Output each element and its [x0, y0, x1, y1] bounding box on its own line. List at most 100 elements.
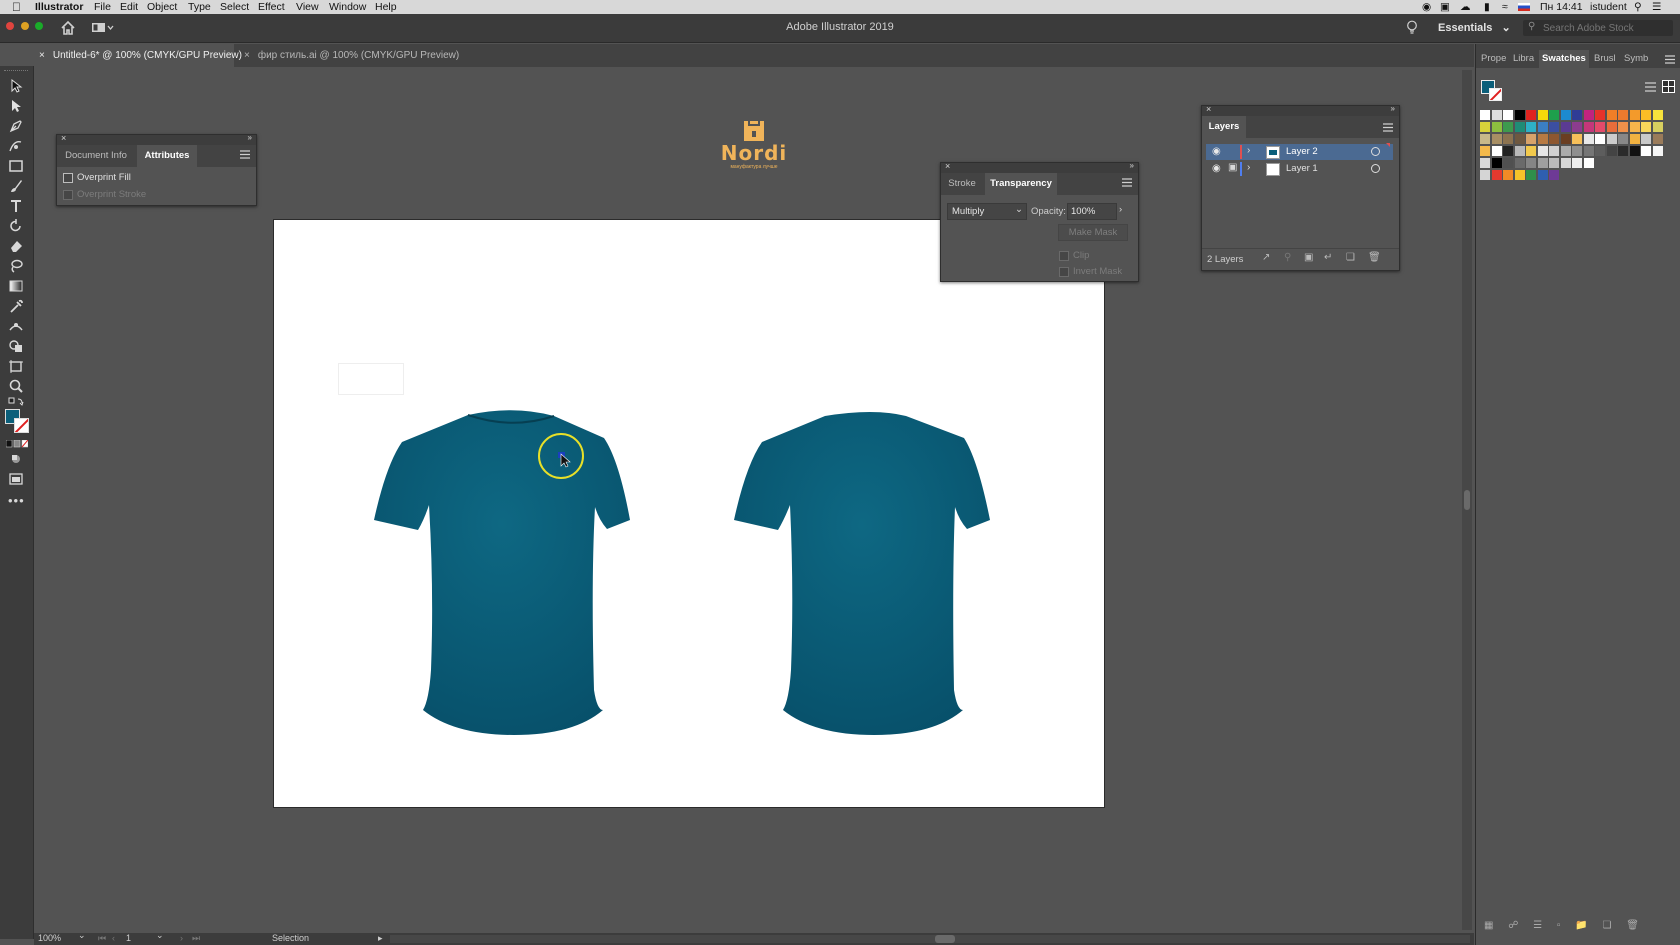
make-clipping-mask-icon[interactable]: ▣	[1304, 252, 1313, 263]
default-colors-icon[interactable]	[8, 397, 24, 407]
gradient-tool-icon[interactable]	[8, 278, 24, 294]
tab-layers[interactable]: Layers	[1202, 116, 1246, 138]
expand-arrow-icon[interactable]: ›	[1247, 162, 1250, 173]
color-swatch[interactable]	[1549, 134, 1559, 144]
panel-menu-icon[interactable]	[1665, 55, 1675, 64]
color-swatch[interactable]	[1480, 122, 1490, 132]
color-swatch[interactable]	[1549, 122, 1559, 132]
tab-properties[interactable]: Prope	[1481, 50, 1506, 68]
tshirt-front[interactable]	[374, 410, 630, 735]
color-swatch[interactable]	[1652, 122, 1663, 132]
lightbulb-icon[interactable]	[1406, 20, 1418, 35]
target-circle-icon[interactable]	[1371, 164, 1380, 173]
color-swatch[interactable]	[1503, 122, 1513, 132]
color-swatch[interactable]	[1606, 146, 1617, 156]
tab-document-info[interactable]: Document Info	[57, 145, 135, 167]
edit-toolbar-icon[interactable]: •••	[8, 493, 25, 508]
close-panel-icon[interactable]: ×	[1206, 104, 1211, 114]
color-swatch[interactable]	[1652, 110, 1663, 120]
collapse-panel-icon[interactable]: »	[248, 133, 252, 142]
color-swatch[interactable]	[1549, 110, 1559, 120]
wifi-icon[interactable]: ≈	[1502, 0, 1508, 14]
panel-header[interactable]: × »	[941, 161, 1138, 173]
color-swatch[interactable]	[1491, 146, 1502, 156]
horizontal-scrollbar[interactable]	[390, 935, 1470, 943]
color-swatch[interactable]	[1583, 122, 1594, 132]
menu-app-name[interactable]: Illustrator	[35, 0, 83, 14]
color-swatch[interactable]	[1503, 134, 1513, 144]
battery-icon[interactable]: ▮	[1484, 0, 1490, 14]
color-swatch[interactable]	[1514, 134, 1525, 144]
record-icon[interactable]: ◉	[1422, 0, 1431, 14]
horizontal-scroll-thumb[interactable]	[935, 935, 955, 943]
puppet-warp-tool-icon[interactable]	[8, 318, 24, 334]
color-swatch[interactable]	[1595, 146, 1605, 156]
color-swatch[interactable]	[1537, 110, 1548, 120]
color-swatch[interactable]	[1537, 158, 1548, 168]
color-swatch[interactable]	[1652, 134, 1663, 144]
fill-stroke-swatches[interactable]	[5, 409, 29, 435]
tab-fir-stil[interactable]: × фир стиль.ai @ 100% (CMYK/GPU Preview)	[240, 44, 480, 67]
color-swatch[interactable]	[1618, 146, 1628, 156]
menu-file[interactable]: File	[94, 0, 111, 14]
first-artboard-icon[interactable]: ⏮	[98, 933, 106, 944]
color-swatch[interactable]	[1641, 146, 1651, 156]
color-swatch[interactable]	[1560, 122, 1571, 132]
make-mask-button[interactable]: Make Mask	[1058, 224, 1128, 241]
tab-attributes[interactable]: Attributes	[137, 145, 197, 167]
close-panel-icon[interactable]: ×	[61, 133, 66, 143]
nordi-logo[interactable]: Nordi мануфактура лучше	[714, 120, 794, 180]
direct-selection-tool-icon[interactable]	[8, 98, 24, 114]
color-swatch[interactable]	[1583, 158, 1594, 168]
spotlight-icon[interactable]: ⚲	[1634, 0, 1642, 14]
type-tool-icon[interactable]	[8, 198, 24, 214]
menu-window[interactable]: Window	[329, 0, 366, 14]
color-swatch[interactable]	[1618, 122, 1628, 132]
color-swatch[interactable]	[1526, 122, 1536, 132]
color-swatch[interactable]	[1618, 110, 1628, 120]
visibility-eye-icon[interactable]: ◉	[1212, 163, 1221, 174]
menu-type[interactable]: Type	[188, 0, 211, 14]
color-swatch[interactable]	[1537, 170, 1548, 180]
tab-stroke[interactable]: Stroke	[941, 173, 983, 195]
color-swatch[interactable]	[1514, 146, 1525, 156]
tshirt-back[interactable]	[734, 412, 990, 735]
new-color-group-icon[interactable]: 📁	[1575, 920, 1587, 931]
color-swatch[interactable]	[1641, 110, 1651, 120]
color-swatch[interactable]	[1629, 134, 1640, 144]
add-to-library-icon[interactable]: ☍	[1508, 920, 1518, 931]
delete-layer-icon[interactable]: 🗑	[1368, 252, 1381, 263]
color-swatch[interactable]	[1491, 110, 1502, 120]
color-swatch[interactable]	[1514, 170, 1525, 180]
color-swatch[interactable]	[1480, 110, 1490, 120]
color-swatch[interactable]	[1537, 134, 1548, 144]
color-swatch[interactable]	[1560, 158, 1571, 168]
tab-untitled-6[interactable]: × Untitled-6* @ 100% (CMYK/GPU Preview)	[34, 44, 242, 67]
creative-cloud-icon[interactable]: ☁	[1460, 0, 1471, 14]
prev-artboard-icon[interactable]: ‹	[112, 933, 115, 943]
workspace-switcher[interactable]: Essentials ⌄	[1438, 21, 1511, 34]
curvature-tool-icon[interactable]	[8, 138, 24, 154]
color-swatch[interactable]	[1641, 134, 1651, 144]
overprint-stroke-checkbox[interactable]	[63, 190, 73, 200]
rotate-tool-icon[interactable]	[8, 218, 24, 234]
clip-checkbox[interactable]	[1059, 251, 1069, 261]
layer-name[interactable]: Layer 1	[1286, 163, 1318, 174]
color-swatch[interactable]	[1618, 134, 1628, 144]
menu-edit[interactable]: Edit	[120, 0, 138, 14]
eyedropper-tool-icon[interactable]	[8, 298, 24, 314]
color-swatch[interactable]	[1491, 122, 1502, 132]
color-swatch[interactable]	[1503, 110, 1513, 120]
close-tab-icon[interactable]: ×	[244, 50, 250, 61]
panel-header[interactable]: × »	[1202, 104, 1399, 116]
color-swatch[interactable]	[1595, 110, 1605, 120]
new-sublayer-icon[interactable]: ↵	[1324, 252, 1332, 263]
color-swatch[interactable]	[1526, 110, 1536, 120]
color-swatch[interactable]	[1652, 146, 1663, 156]
lock-icon[interactable]: ▣	[1228, 162, 1237, 173]
rectangle-tool-icon[interactable]	[8, 158, 24, 174]
paintbrush-tool-icon[interactable]	[8, 178, 24, 194]
color-swatch[interactable]	[1606, 110, 1617, 120]
layer-row-layer-1[interactable]: ◉ ▣ › Layer 1	[1206, 161, 1393, 177]
collect-export-icon[interactable]: ↗	[1262, 252, 1270, 263]
